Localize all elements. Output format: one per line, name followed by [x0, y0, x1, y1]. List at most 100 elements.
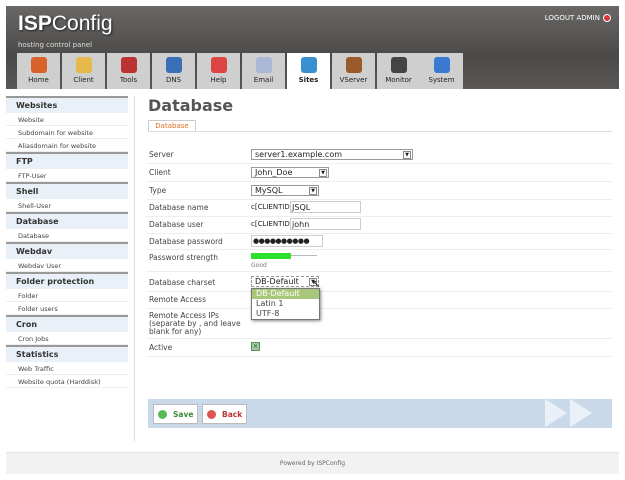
save-button[interactable]: Save	[153, 404, 198, 424]
sidebar-section-header: Statistics	[6, 345, 128, 362]
sidebar-item[interactable]: Webdav User	[6, 259, 128, 272]
row-client: Client John_Doe ▼	[146, 164, 612, 182]
sidebar-section-header: Shell	[6, 182, 128, 199]
sidebar-section-header: Webdav	[6, 242, 128, 259]
tab-label: System	[428, 76, 455, 84]
dns-icon	[165, 57, 182, 73]
back-button[interactable]: Back	[202, 404, 247, 424]
active-label: Active	[149, 343, 173, 352]
row-charset: Database charset DB-Default ▼	[146, 272, 612, 292]
tab-dns[interactable]: DNS	[152, 53, 195, 89]
client-label: Client	[149, 168, 171, 177]
power-icon	[603, 14, 611, 22]
tab-label: Client	[73, 76, 94, 84]
row-password: Database password ●●●●●●●●●●	[146, 234, 612, 250]
tab-label: Help	[210, 76, 227, 84]
tagline: hosting control panel	[18, 41, 93, 49]
row-remote-ips: Remote Access IPs (separate by , and lea…	[146, 309, 612, 339]
tab-label: VServer	[339, 76, 368, 84]
strength-text: Good	[251, 262, 267, 269]
tab-sites[interactable]: Sites	[287, 53, 330, 89]
charset-option[interactable]: UTF-8	[252, 309, 319, 319]
help-icon	[210, 57, 227, 73]
sidebar-item[interactable]: Website quota (Harddisk)	[6, 375, 128, 388]
tab-email[interactable]: Email	[242, 53, 285, 89]
row-strength: Password strength Good	[146, 250, 612, 272]
tab-label: DNS	[165, 76, 182, 84]
sidebar-item[interactable]: Database	[6, 229, 128, 242]
tab-vserver[interactable]: VServer	[332, 53, 375, 89]
client-icon	[75, 57, 92, 73]
sites-icon	[300, 57, 317, 73]
tab-home[interactable]: Home	[17, 53, 60, 89]
tab-monitor[interactable]: Monitor	[377, 53, 420, 89]
row-type: Type MySQL ▼	[146, 182, 612, 200]
type-select[interactable]: MySQL ▼	[251, 185, 319, 196]
chevron-down-icon: ▼	[403, 151, 411, 159]
monitor-icon	[390, 57, 407, 73]
charset-label: Database charset	[149, 278, 216, 287]
tab-label: Tools	[119, 76, 138, 84]
row-active: Active ✕	[146, 339, 612, 357]
sidebar-section-header: Cron	[6, 315, 128, 332]
sidebar-section-header: Websites	[6, 96, 128, 113]
home-icon	[30, 57, 47, 73]
sidebar-item[interactable]: Shell-User	[6, 199, 128, 212]
logout-label: LOGOUT ADMIN	[544, 14, 600, 22]
row-remote: Remote Access	[146, 292, 612, 309]
charset-option[interactable]: Latin 1	[252, 299, 319, 309]
tab-label: Email	[253, 76, 274, 84]
sidebar-item[interactable]: Folder users	[6, 302, 128, 315]
server-select[interactable]: server1.example.com ▼	[251, 149, 413, 160]
server-label: Server	[149, 150, 174, 159]
divider	[134, 96, 135, 441]
dbuser-input[interactable]: john	[290, 218, 361, 230]
logo: ISPConfig	[18, 12, 113, 35]
dbuser-label: Database user	[149, 220, 204, 229]
dbname-label: Database name	[149, 203, 209, 212]
sidebar-item[interactable]: Website	[6, 113, 128, 126]
tab-database[interactable]: Database	[148, 120, 196, 131]
charset-select[interactable]: DB-Default ▼	[251, 276, 319, 287]
remote-label: Remote Access	[149, 295, 206, 304]
sidebar-item[interactable]: Aliasdomain for website	[6, 139, 128, 152]
password-input[interactable]: ●●●●●●●●●●	[251, 235, 323, 247]
footer: Powered by ISPConfig	[6, 452, 619, 474]
cancel-icon	[207, 409, 216, 419]
active-checkbox[interactable]: ✕	[251, 342, 260, 351]
charset-option[interactable]: DB-Default	[252, 289, 319, 299]
tab-tools[interactable]: Tools	[107, 53, 150, 89]
vserver-icon	[345, 57, 362, 73]
cursor-icon: ↖	[312, 279, 321, 290]
tab-label: Monitor	[385, 76, 412, 84]
logout-link[interactable]: LOGOUT ADMIN	[545, 14, 611, 22]
sidebar-item[interactable]: Cron Jobs	[6, 332, 128, 345]
tab-label: Sites	[298, 76, 319, 84]
sidebar-item[interactable]: Subdomain for website	[6, 126, 128, 139]
tools-icon	[120, 57, 137, 73]
divider	[148, 131, 612, 132]
tab-help[interactable]: Help	[197, 53, 240, 89]
dbuser-prefix: c[CLIENTID]	[251, 220, 293, 228]
dbname-input[interactable]: JSQL	[290, 201, 361, 213]
strength-meter	[251, 253, 317, 260]
email-icon	[255, 57, 272, 73]
row-dbuser: Database user c[CLIENTID] john	[146, 217, 612, 234]
button-bar: Save Back	[148, 399, 612, 428]
tab-system[interactable]: System	[420, 53, 463, 89]
sidebar-section-header: FTP	[6, 152, 128, 169]
sidebar-item[interactable]: Folder	[6, 289, 128, 302]
sidebar-item[interactable]: Web Traffic	[6, 362, 128, 375]
strength-fill	[251, 253, 291, 259]
dbname-prefix: c[CLIENTID]	[251, 203, 293, 211]
chevron-down-icon: ▼	[319, 169, 327, 177]
strength-label: Password strength	[149, 253, 219, 262]
sidebar: Websites Website Subdomain for website Alia…	[6, 96, 128, 388]
tab-label: Home	[28, 76, 49, 84]
tab-client[interactable]: Client	[62, 53, 105, 89]
password-label: Database password	[149, 237, 223, 246]
row-dbname: Database name c[CLIENTID] JSQL	[146, 200, 612, 217]
sidebar-item[interactable]: FTP-User	[6, 169, 128, 182]
sidebar-section-header: Folder protection	[6, 272, 128, 289]
client-select[interactable]: John_Doe ▼	[251, 167, 329, 178]
